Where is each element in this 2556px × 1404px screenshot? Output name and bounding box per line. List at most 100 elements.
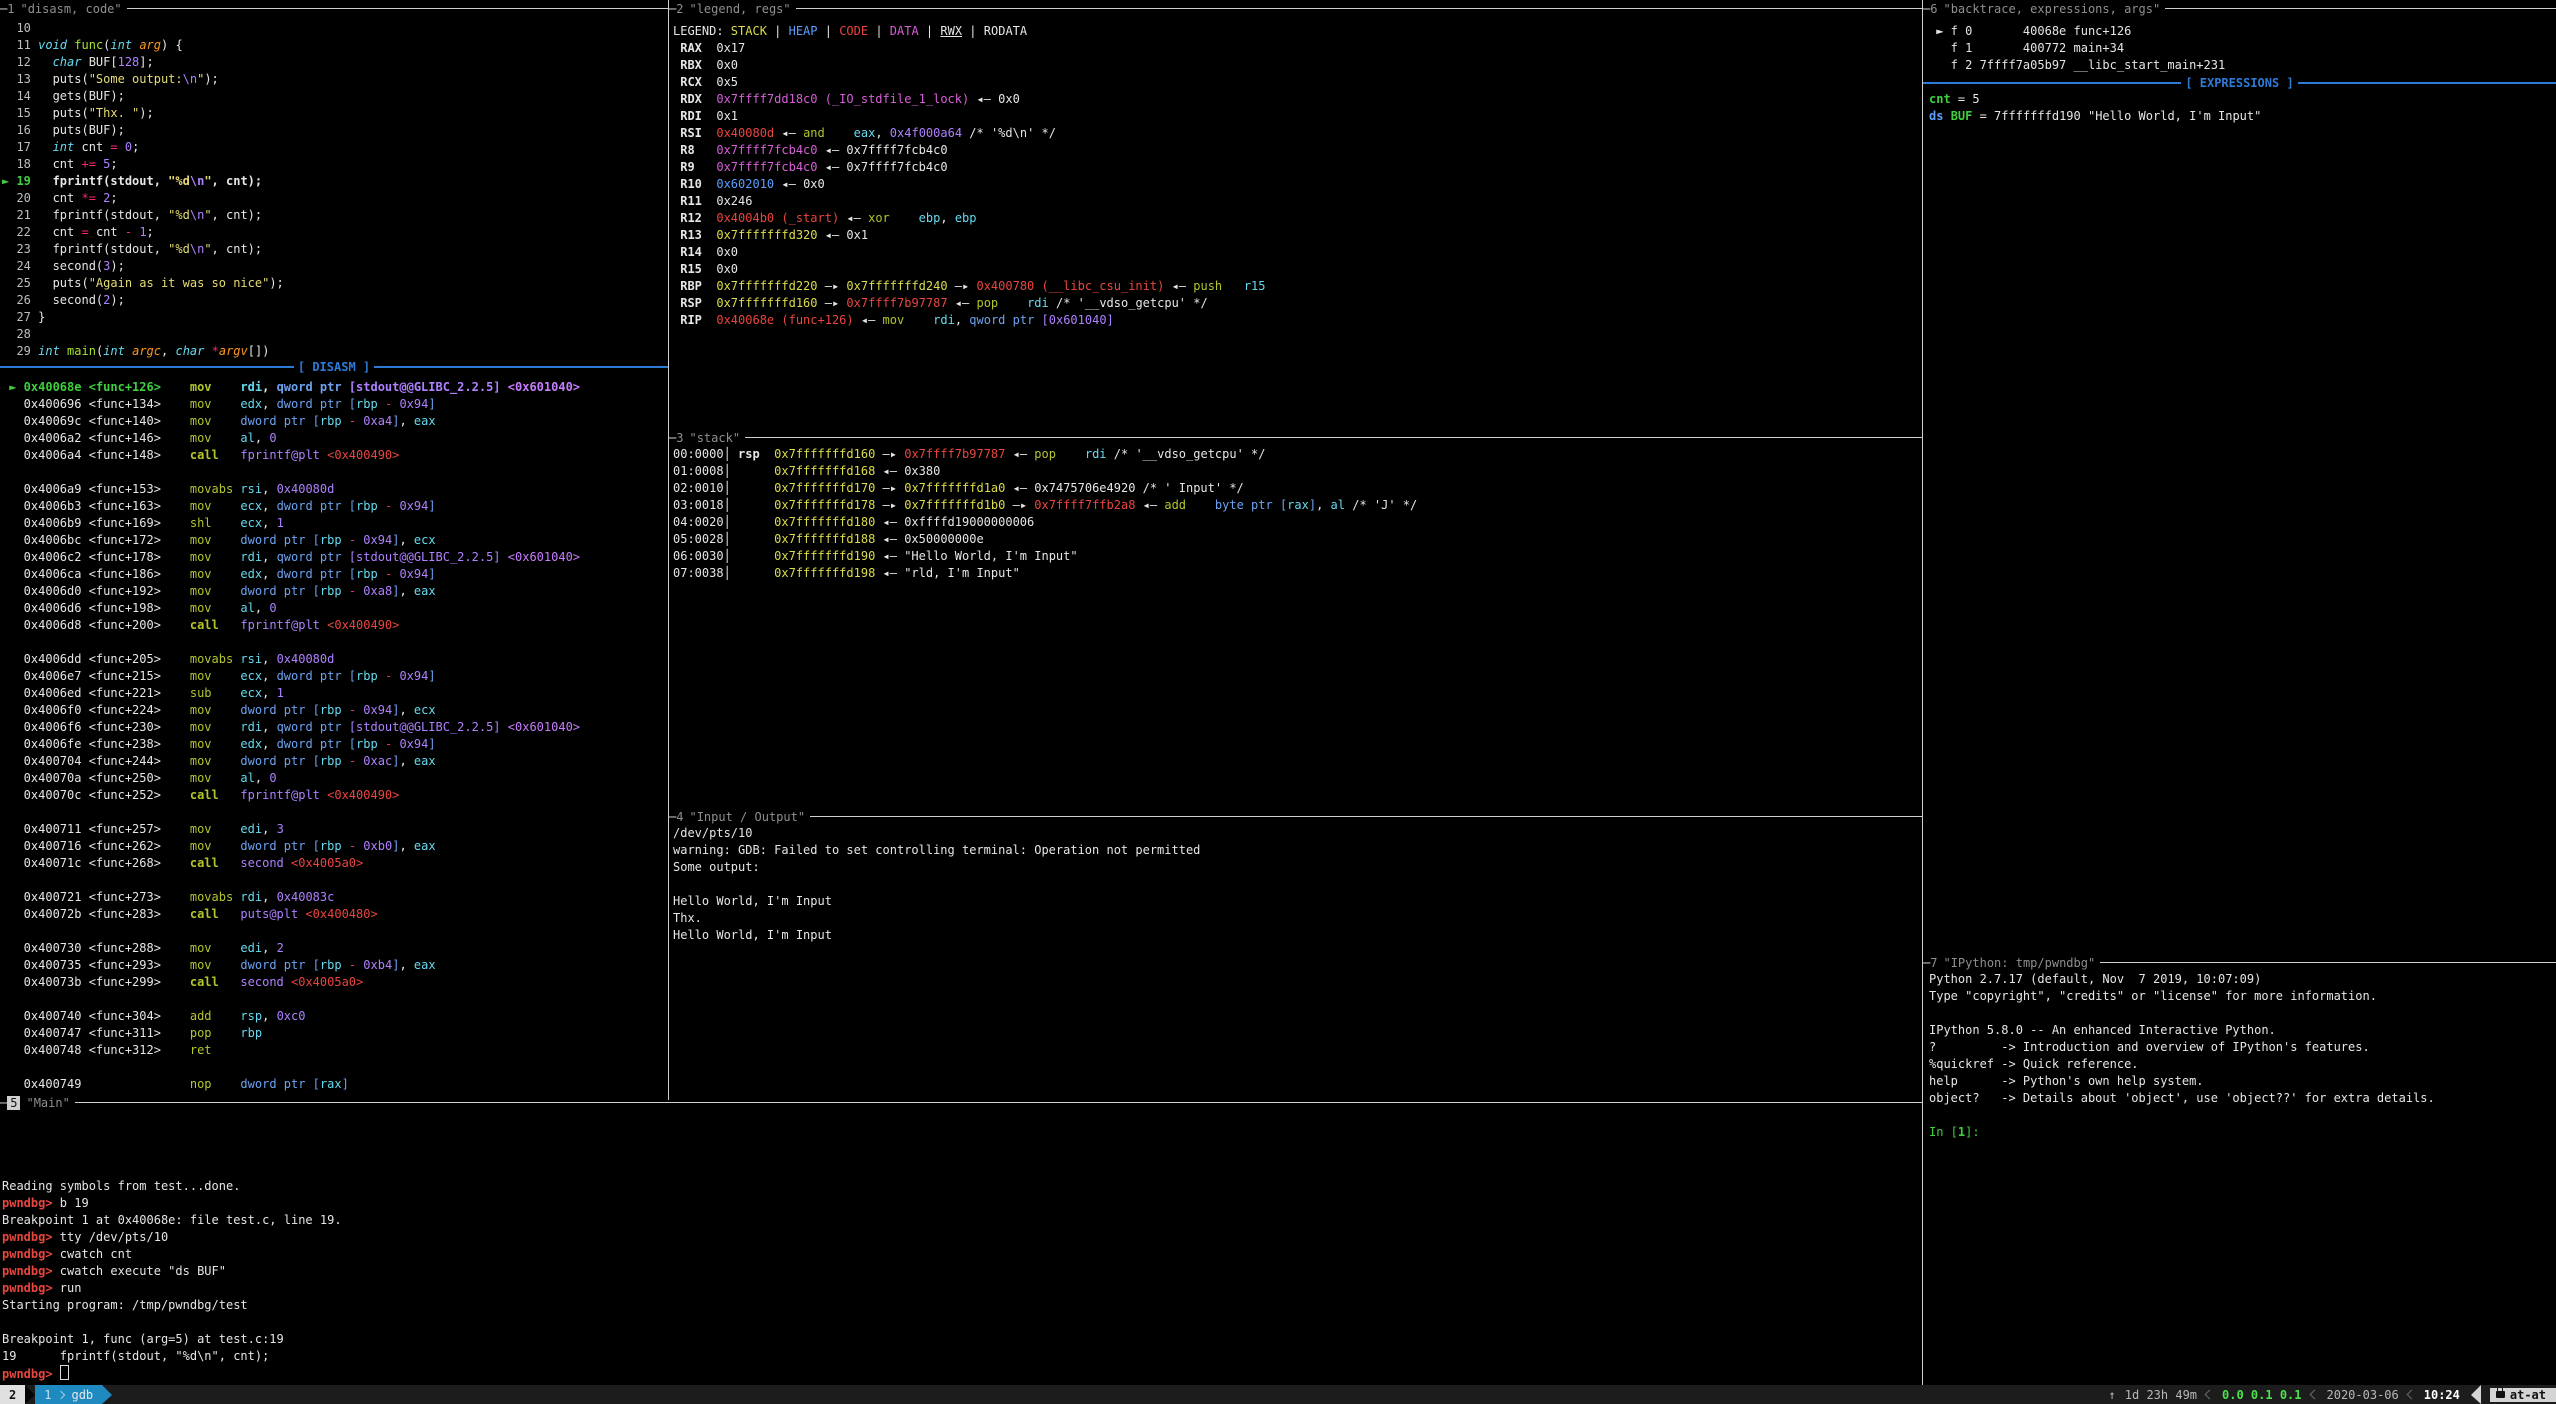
line: 0x400716 <func+262> mov dword ptr [rbp -… <box>2 838 666 855</box>
window-1-name: gdb <box>71 1388 93 1402</box>
line: 17 int cnt = 0; <box>2 139 666 156</box>
line <box>2 872 666 889</box>
line: pwndbg> cwatch execute "ds BUF" <box>2 1263 1902 1280</box>
line <box>2 804 666 821</box>
line: 0x4006d6 <func+198> mov al, 0 <box>2 600 666 617</box>
line: R8 0x7ffff7fcb4c0 ◂— 0x7ffff7fcb4c0 <box>673 142 1918 159</box>
line: 16 puts(BUF); <box>2 122 666 139</box>
line: RBX 0x0 <box>673 57 1918 74</box>
line: 0x400735 <func+293> mov dword ptr [rbp -… <box>2 957 666 974</box>
window-2-index: 2 <box>9 1388 16 1402</box>
line: 10 <box>2 20 666 37</box>
stack[interactable]: 00:0000│ rsp 0x7fffffffd160 —▸ 0x7ffff7b… <box>673 446 1918 582</box>
line: RSI 0x40080d ◂— and eax, 0x4f000a64 /* '… <box>673 125 1918 142</box>
line: 0x4006ca <func+186> mov edx, dword ptr [… <box>2 566 666 583</box>
border-line <box>2100 962 2556 963</box>
line: 0x4006d0 <func+192> mov dword ptr [rbp -… <box>2 583 666 600</box>
line: Some output: <box>673 859 1918 876</box>
line: 0x40070a <func+250> mov al, 0 <box>2 770 666 787</box>
line: 0x400748 <func+312> ret <box>2 1042 666 1059</box>
line: 0x400721 <func+273> movabs rdi, 0x40083c <box>2 889 666 906</box>
line: 0x4006f6 <func+230> mov rdi, qword ptr [… <box>2 719 666 736</box>
pane-title-io: ─4"Input / Output" <box>669 808 1922 825</box>
line <box>2 991 666 1008</box>
line: Type "copyright", "credits" or "license"… <box>1929 988 2554 1005</box>
line: 23 fprintf(stdout, "%d\n", cnt); <box>2 241 666 258</box>
pane-title-label: "disasm, code" <box>20 2 121 16</box>
line: 0x400749 nop dword ptr [rax] <box>2 1076 666 1093</box>
line: 04:0020│ 0x7fffffffd180 ◂— 0xffffd190000… <box>673 514 1918 531</box>
pane-title-label: "stack" <box>689 431 740 445</box>
line: 0x4006bc <func+172> mov dword ptr [rbp -… <box>2 532 666 549</box>
io-output[interactable]: /dev/pts/10warning: GDB: Failed to set c… <box>673 825 1918 944</box>
expressions-separator: [ EXPRESSIONS ] <box>1923 74 2556 91</box>
powerline-arrow-icon <box>25 1385 35 1404</box>
line: Breakpoint 1, func (arg=5) at test.c:19 <box>2 1331 1902 1348</box>
line: R10 0x602010 ◂— 0x0 <box>673 176 1918 193</box>
powerline-arrow-icon <box>102 1385 112 1404</box>
border-line <box>2165 8 2556 9</box>
pane-number: 4 <box>676 810 683 824</box>
line: /dev/pts/10 <box>673 825 1918 842</box>
source-code[interactable]: 10 11 void func(int arg) { 12 char BUF[1… <box>2 20 666 360</box>
border-line <box>0 366 294 368</box>
line: 20 cnt *= 2; <box>2 190 666 207</box>
uptime-value: 1d 23h 49m <box>2125 1388 2197 1402</box>
line: ? -> Introduction and overview of IPytho… <box>1929 1039 2554 1056</box>
pane-border-vertical-right[interactable] <box>1922 0 1923 1385</box>
pane-title-label: "backtrace, expressions, args" <box>1943 2 2160 16</box>
line: 00:0000│ rsp 0x7fffffffd160 —▸ 0x7ffff7b… <box>673 446 1918 463</box>
pane-number: 1 <box>7 2 14 16</box>
pane-number: 3 <box>676 431 683 445</box>
tmux-window-1-gdb-tab[interactable]: 1 gdb <box>35 1385 102 1404</box>
line: 0x400711 <func+257> mov edi, 3 <box>2 821 666 838</box>
expressions[interactable]: cnt = 5ds BUF = 7fffffffd190 "Hello Worl… <box>1929 91 2554 125</box>
tmux-window-2-tab[interactable]: 2 <box>0 1385 25 1404</box>
line: Starting program: /tmp/pwndbg/test <box>2 1297 1902 1314</box>
line <box>1929 1107 2554 1124</box>
border-line <box>796 8 1922 9</box>
line: 0x4006f0 <func+224> mov dword ptr [rbp -… <box>2 702 666 719</box>
line: 0x4006b3 <func+163> mov ecx, dword ptr [… <box>2 498 666 515</box>
expressions-separator-label: [ EXPRESSIONS ] <box>2185 76 2293 90</box>
hostname: at-at <box>2510 1388 2546 1402</box>
status-time: 10:24 <box>2424 1388 2460 1402</box>
line: ► f 0 40068e func+126 <box>1929 23 2554 40</box>
backtrace[interactable]: ► f 0 40068e func+126 f 1 400772 main+34… <box>1929 23 2554 74</box>
pane-title-disasm-code: ─1"disasm, code" <box>0 0 668 17</box>
line: 01:0008│ 0x7fffffffd168 ◂— 0x380 <box>673 463 1918 480</box>
line: 07:0038│ 0x7fffffffd198 ◂— "rld, I'm Inp… <box>673 565 1918 582</box>
line: 0x400740 <func+304> add rsp, 0xc0 <box>2 1008 666 1025</box>
disassembly[interactable]: ► 0x40068e <func+126> mov rdi, qword ptr… <box>2 379 666 1093</box>
ipython-console[interactable]: Python 2.7.17 (default, Nov 7 2019, 10:0… <box>1929 971 2554 1141</box>
registers[interactable]: LEGEND: STACK | HEAP | CODE | DATA | RWX… <box>673 23 1918 329</box>
line: Breakpoint 1 at 0x40068e: file test.c, l… <box>2 1212 1902 1229</box>
line: 15 puts("Thx. "); <box>2 105 666 122</box>
line: 26 second(2); <box>2 292 666 309</box>
line: 19 fprintf(stdout, "%d\n", cnt); <box>2 1348 1902 1365</box>
line: 0x400696 <func+134> mov edx, dword ptr [… <box>2 396 666 413</box>
pane-title-label: "IPython: tmp/pwndbg" <box>1943 956 2095 970</box>
pane-title-legend-regs: ─2"legend, regs" <box>669 0 1922 17</box>
line: Reading symbols from test...done. <box>2 1178 1902 1195</box>
line: RSP 0x7fffffffd160 —▸ 0x7ffff7b97787 ◂— … <box>673 295 1918 312</box>
line: f 1 400772 main+34 <box>1929 40 2554 57</box>
border-line <box>810 816 1922 817</box>
line: RBP 0x7fffffffd220 —▸ 0x7fffffffd240 —▸ … <box>673 278 1918 295</box>
border-line <box>1923 82 2181 84</box>
line <box>2 464 666 481</box>
pane-title-main: ─5"Main" <box>0 1094 1922 1111</box>
border-line: ─ <box>669 2 676 16</box>
chevron-right-icon <box>57 1390 65 1398</box>
gdb-console[interactable]: Reading symbols from test...done.pwndbg>… <box>2 1178 1902 1382</box>
line: 0x4006d8 <func+200> call fprintf@plt <0x… <box>2 617 666 634</box>
line: RDI 0x1 <box>673 108 1918 125</box>
border-line <box>2298 82 2556 84</box>
border-line: ─ <box>0 1096 7 1110</box>
line: IPython 5.8.0 -- An enhanced Interactive… <box>1929 1022 2554 1039</box>
line <box>1929 1005 2554 1022</box>
pane-border-vertical-left[interactable] <box>668 0 669 1100</box>
line: pwndbg> b 19 <box>2 1195 1902 1212</box>
border-line <box>75 1102 1922 1103</box>
line: 0x400704 <func+244> mov dword ptr [rbp -… <box>2 753 666 770</box>
